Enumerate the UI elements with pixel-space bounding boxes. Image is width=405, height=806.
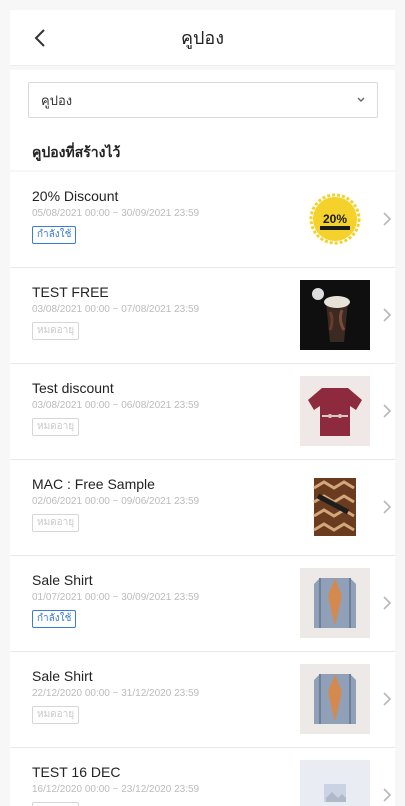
- chevron-right-icon: [380, 496, 394, 518]
- page-title: คูปอง: [180, 28, 225, 48]
- chevron-down-icon: [357, 97, 365, 102]
- coupon-date-range: 16/12/2020 00:00 ~ 23/12/2020 23:59: [32, 784, 200, 795]
- coupon-thumbnail: [300, 280, 370, 350]
- coupon-list-item[interactable]: MAC : Free Sample 02/06/2021 00:00 ~ 09/0…: [10, 460, 395, 556]
- image-placeholder-icon: [300, 760, 370, 806]
- coupon-list-item[interactable]: Sale Shirt 01/07/2021 00:00 ~ 30/09/2021 …: [10, 556, 395, 652]
- top-bar: คูปอง: [10, 10, 395, 66]
- coupon-date-range: 05/08/2021 00:00 ~ 30/09/2021 23:59: [32, 208, 200, 219]
- coupon-thumbnail: [300, 472, 370, 542]
- coupon-status-badge: หมดอายุ: [32, 418, 80, 436]
- coupon-list: 20% Discount 05/08/2021 00:00 ~ 30/09/202…: [10, 172, 395, 806]
- discount-badge-icon: 20%: [300, 184, 370, 254]
- chevron-right-icon: [380, 208, 394, 230]
- drink-photo: [300, 280, 370, 350]
- svg-text:20%: 20%: [323, 212, 347, 226]
- coupon-list-item[interactable]: Sale Shirt 22/12/2020 00:00 ~ 31/12/2020 …: [10, 652, 395, 748]
- coupon-name: Test discount: [32, 380, 114, 396]
- coupon-name: Sale Shirt: [32, 668, 93, 684]
- coupon-list-item[interactable]: Test discount 03/08/2021 00:00 ~ 06/08/20…: [10, 364, 395, 460]
- coupon-date-range: 03/08/2021 00:00 ~ 06/08/2021 23:59: [32, 400, 200, 411]
- back-button[interactable]: [28, 24, 52, 52]
- coupon-status-badge: หมดอายุ: [32, 802, 80, 806]
- coupon-name: TEST 16 DEC: [32, 764, 121, 780]
- coupon-type-select[interactable]: คูปอง: [28, 82, 378, 118]
- coupon-name: MAC : Free Sample: [32, 476, 155, 492]
- blazer-photo: [300, 664, 370, 734]
- sweater-photo: [300, 376, 370, 446]
- coupon-name: Sale Shirt: [32, 572, 93, 588]
- coupon-date-range: 22/12/2020 00:00 ~ 31/12/2020 23:59: [32, 688, 200, 699]
- coupon-name: TEST FREE: [32, 284, 109, 300]
- coupon-thumbnail: [300, 664, 370, 734]
- coupon-status-badge: กำลังใช้: [32, 610, 77, 628]
- coupon-screen: คูปอง คูปอง คูปองที่สร้างไว้ 20% Discoun…: [0, 0, 405, 806]
- chevron-right-icon: [380, 304, 394, 326]
- coupon-date-range: 01/07/2021 00:00 ~ 30/09/2021 23:59: [32, 592, 200, 603]
- coupon-status-badge: หมดอายุ: [32, 514, 80, 532]
- chevron-left-icon: [34, 29, 45, 47]
- pattern-photo: [300, 472, 370, 542]
- coupon-list-item[interactable]: TEST 16 DEC 16/12/2020 00:00 ~ 23/12/2020…: [10, 748, 395, 806]
- coupon-thumbnail: [300, 760, 370, 806]
- coupon-type-select-value: คูปอง: [41, 92, 73, 108]
- chevron-right-icon: [380, 400, 394, 422]
- chevron-right-icon: [380, 784, 394, 806]
- coupon-list-item[interactable]: 20% Discount 05/08/2021 00:00 ~ 30/09/202…: [10, 172, 395, 268]
- coupon-thumbnail: 20%: [300, 184, 370, 254]
- coupon-thumbnail: [300, 376, 370, 446]
- section-title: คูปองที่สร้างไว้: [32, 144, 121, 160]
- coupon-status-badge: หมดอายุ: [32, 706, 80, 724]
- chevron-right-icon: [380, 688, 394, 710]
- coupon-thumbnail: [300, 568, 370, 638]
- chevron-right-icon: [380, 592, 394, 614]
- blazer-photo: [300, 568, 370, 638]
- coupon-status-badge: หมดอายุ: [32, 322, 80, 340]
- coupon-date-range: 02/06/2021 00:00 ~ 09/06/2021 23:59: [32, 496, 200, 507]
- coupon-status-badge: กำลังใช้: [32, 226, 77, 244]
- filter-section: คูปอง คูปองที่สร้างไว้: [10, 70, 395, 170]
- coupon-date-range: 03/08/2021 00:00 ~ 07/08/2021 23:59: [32, 304, 200, 315]
- coupon-name: 20% Discount: [32, 188, 119, 204]
- coupon-list-item[interactable]: TEST FREE 03/08/2021 00:00 ~ 07/08/2021 2…: [10, 268, 395, 364]
